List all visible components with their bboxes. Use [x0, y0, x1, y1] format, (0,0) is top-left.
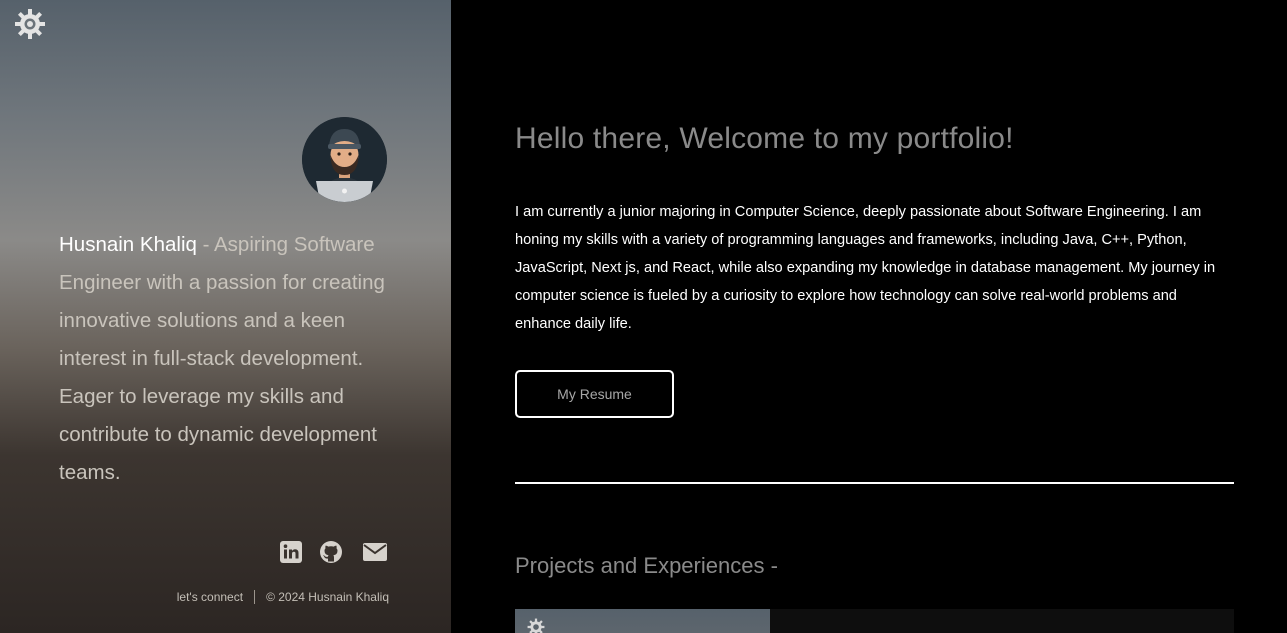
projects-heading: Projects and Experiences - — [515, 553, 778, 578]
linkedin-icon[interactable] — [279, 540, 303, 564]
avatar — [302, 117, 387, 202]
gear-icon — [527, 618, 545, 633]
mail-icon[interactable] — [362, 540, 387, 564]
main-content: Hello there, Welcome to my portfolio! I … — [451, 0, 1287, 633]
profile-bio: Husnain Khaliq - Aspiring Software Engin… — [59, 226, 399, 492]
resume-button[interactable]: My Resume — [515, 370, 674, 418]
profile-sidebar: Husnain Khaliq - Aspiring Software Engin… — [0, 0, 451, 633]
name-separator: - — [196, 233, 214, 256]
intro-paragraph: I am currently a junior majoring in Comp… — [515, 204, 1216, 332]
copyright-text: © 2024 Husnain Khaliq — [266, 590, 389, 604]
gear-icon[interactable] — [14, 8, 46, 40]
lets-connect-link[interactable]: let's connect — [177, 590, 243, 604]
github-icon[interactable] — [319, 540, 343, 564]
project-thumbnail — [515, 609, 770, 633]
social-links — [279, 540, 389, 566]
project-card[interactable] — [515, 609, 1234, 633]
section-divider — [515, 482, 1234, 484]
sidebar-footer: let's connect © 2024 Husnain Khaliq — [175, 589, 389, 605]
profile-name: Husnain Khaliq — [59, 233, 197, 256]
footer-divider — [254, 590, 256, 604]
profile-tagline: Aspiring Software Engineer with a passio… — [59, 233, 385, 484]
welcome-heading: Hello there, Welcome to my portfolio! — [515, 122, 1014, 155]
